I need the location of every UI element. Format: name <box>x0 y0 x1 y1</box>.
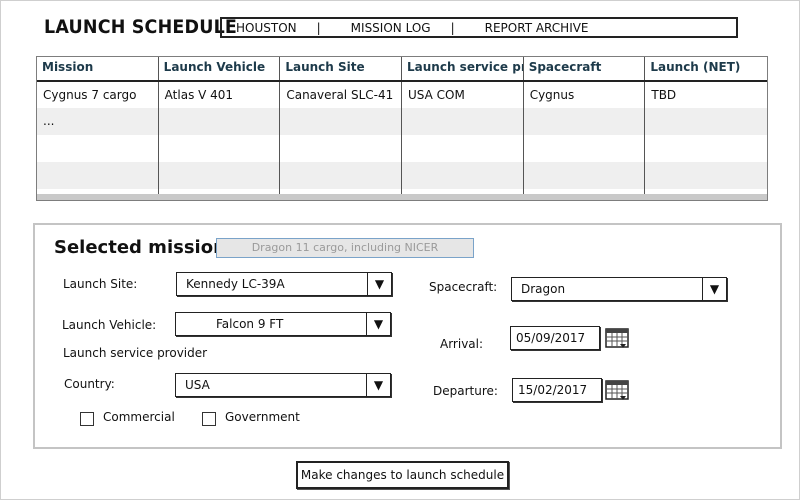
chevron-down-icon[interactable]: ▼ <box>366 313 390 335</box>
column-header-launch-vehicle[interactable]: Launch Vehicle <box>159 57 281 80</box>
departure-date-input[interactable]: 15/02/2017 <box>512 378 602 402</box>
arrival-date-input[interactable]: 05/09/2017 <box>510 326 600 350</box>
country-label: Country: <box>64 377 115 391</box>
table-row[interactable] <box>37 135 767 162</box>
commercial-checkbox[interactable] <box>80 412 94 426</box>
table-cell: Atlas V 401 <box>159 82 281 108</box>
column-header-provider[interactable]: Launch service provider <box>402 57 524 80</box>
table-cell: Canaveral SLC-41 <box>280 82 403 108</box>
chevron-down-icon[interactable]: ▼ <box>367 273 391 295</box>
table-cell <box>524 189 646 200</box>
table-cell <box>159 108 281 135</box>
table-cell <box>524 162 646 189</box>
nav-report-archive[interactable]: REPORT ARCHIVE <box>455 21 589 35</box>
launch-site-select[interactable]: Kennedy LC-39A ▼ <box>176 272 392 296</box>
column-header-launch-net[interactable]: Launch (NET) <box>645 57 767 80</box>
make-changes-button[interactable]: Make changes to launch schedule <box>296 461 509 489</box>
launch-vehicle-select[interactable]: Falcon 9 FT ▼ <box>175 312 391 336</box>
app-title: LAUNCH SCHEDULE <box>44 16 238 38</box>
table-cell <box>280 162 403 189</box>
spacecraft-label: Spacecraft: <box>429 280 498 294</box>
table-cell <box>402 162 524 189</box>
table-row[interactable]: Cygnus 7 cargo Atlas V 401 Canaveral SLC… <box>37 82 767 108</box>
mission-name-field[interactable]: Dragon 11 cargo, including NICER <box>216 238 474 258</box>
table-cell <box>159 162 281 189</box>
chevron-down-icon[interactable]: ▼ <box>702 278 726 300</box>
table-row[interactable] <box>37 189 767 200</box>
table-cell <box>645 135 767 162</box>
launch-site-value: Kennedy LC-39A <box>186 277 285 291</box>
table-cell <box>645 108 767 135</box>
table-cell: USA COM <box>402 82 524 108</box>
nav-houston[interactable]: HOUSTON <box>222 21 297 35</box>
spacecraft-select[interactable]: Dragon ▼ <box>511 277 727 301</box>
spacecraft-value: Dragon <box>521 282 566 296</box>
table-cell <box>402 135 524 162</box>
panel-heading: Selected mission: <box>54 237 234 258</box>
table-cell <box>524 108 646 135</box>
table-cell <box>524 135 646 162</box>
launch-vehicle-value: Falcon 9 FT <box>216 317 284 331</box>
column-header-spacecraft[interactable]: Spacecraft <box>524 57 646 80</box>
provider-label: Launch service provider <box>63 346 208 360</box>
government-checkbox[interactable] <box>202 412 216 426</box>
table-cell <box>37 189 159 200</box>
table-cell <box>280 108 403 135</box>
top-nav: HOUSTON | MISSION LOG | REPORT ARCHIVE <box>220 17 738 38</box>
nav-mission-log[interactable]: MISSION LOG <box>321 21 431 35</box>
table-cell <box>159 189 281 200</box>
table-cell: Cygnus <box>524 82 646 108</box>
calendar-icon[interactable] <box>605 327 629 349</box>
table-cell <box>645 189 767 200</box>
calendar-icon[interactable] <box>605 379 629 401</box>
nav-separator: | <box>450 20 455 35</box>
chevron-down-icon[interactable]: ▼ <box>366 374 390 396</box>
table-cell <box>645 162 767 189</box>
nav-separator: | <box>316 20 321 35</box>
mission-details-panel: Selected mission: Dragon 11 cargo, inclu… <box>33 223 782 449</box>
table-cell <box>402 189 524 200</box>
table-cell <box>402 108 524 135</box>
launch-table: Mission Launch Vehicle Launch Site Launc… <box>36 56 768 201</box>
table-cell <box>280 135 403 162</box>
table-row[interactable] <box>37 162 767 189</box>
departure-label: Departure: <box>433 384 498 398</box>
launch-vehicle-label: Launch Vehicle: <box>62 318 157 332</box>
table-cell <box>37 162 159 189</box>
table-header: Mission Launch Vehicle Launch Site Launc… <box>37 57 767 82</box>
table-row[interactable]: ... <box>37 108 767 135</box>
table-cell: TBD <box>651 88 677 102</box>
commercial-label: Commercial <box>103 410 175 424</box>
launch-site-label: Launch Site: <box>63 277 138 291</box>
table-cell <box>159 135 281 162</box>
government-label: Government <box>225 410 300 424</box>
table-cell <box>37 135 159 162</box>
arrival-label: Arrival: <box>440 337 484 351</box>
country-value: USA <box>185 378 210 392</box>
table-cell: ... <box>37 108 159 135</box>
table-cell: Cygnus 7 cargo <box>37 82 159 108</box>
column-header-launch-site[interactable]: Launch Site <box>280 57 403 80</box>
column-header-mission[interactable]: Mission <box>37 57 159 80</box>
table-cell <box>280 189 403 200</box>
country-select[interactable]: USA ▼ <box>175 373 391 397</box>
